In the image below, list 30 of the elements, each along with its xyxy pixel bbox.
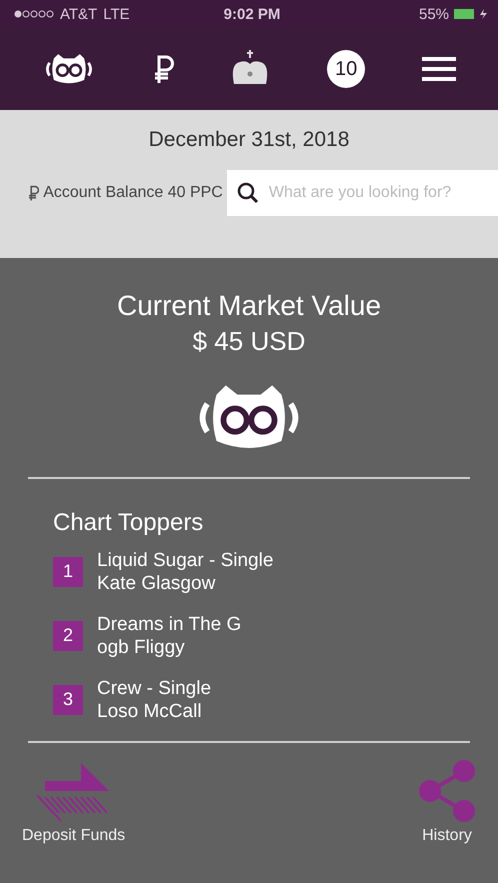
currency-button[interactable]: [152, 54, 174, 84]
carrier-name: AT&T: [60, 6, 98, 22]
ruble-icon: [152, 54, 174, 84]
market-value: $ 45 USD: [192, 326, 306, 357]
ruble-icon: [28, 185, 40, 201]
menu-button[interactable]: [422, 56, 456, 82]
search-icon: [236, 182, 259, 204]
share-icon: [418, 758, 476, 823]
search-field[interactable]: What are you looking for?: [226, 170, 498, 216]
rank-number: 2: [53, 620, 83, 651]
status-time: 9:02 PM: [224, 6, 280, 22]
rank-number: 3: [53, 684, 83, 715]
rank-number: 1: [53, 556, 83, 587]
song-title[interactable]: Liquid Sugar - Single: [97, 548, 274, 572]
battery-percent: 55%: [418, 6, 450, 22]
market-value-title: Current Market Value: [116, 290, 382, 322]
signal-icon: [14, 10, 54, 18]
network-type: LTE: [103, 6, 130, 22]
menu-icon: [422, 56, 456, 82]
deposit-button[interactable]: Deposit Funds: [22, 760, 126, 845]
artist-name: Kate Glasgow: [97, 572, 216, 595]
artist-name: ogb Fliggy: [97, 636, 186, 659]
song-title[interactable]: Dreams in The G: [97, 612, 242, 636]
history-button[interactable]: History: [418, 758, 476, 845]
song-title[interactable]: Crew - Single: [97, 676, 212, 700]
account-balance: Account Balance 40 PPC: [43, 184, 223, 202]
artist-name: Loso McCall: [97, 700, 203, 723]
date-heading: December 31st, 2018: [148, 128, 350, 152]
notification-badge[interactable]: 10: [327, 50, 366, 88]
chart-toppers-title: Chart Toppers: [53, 508, 204, 537]
